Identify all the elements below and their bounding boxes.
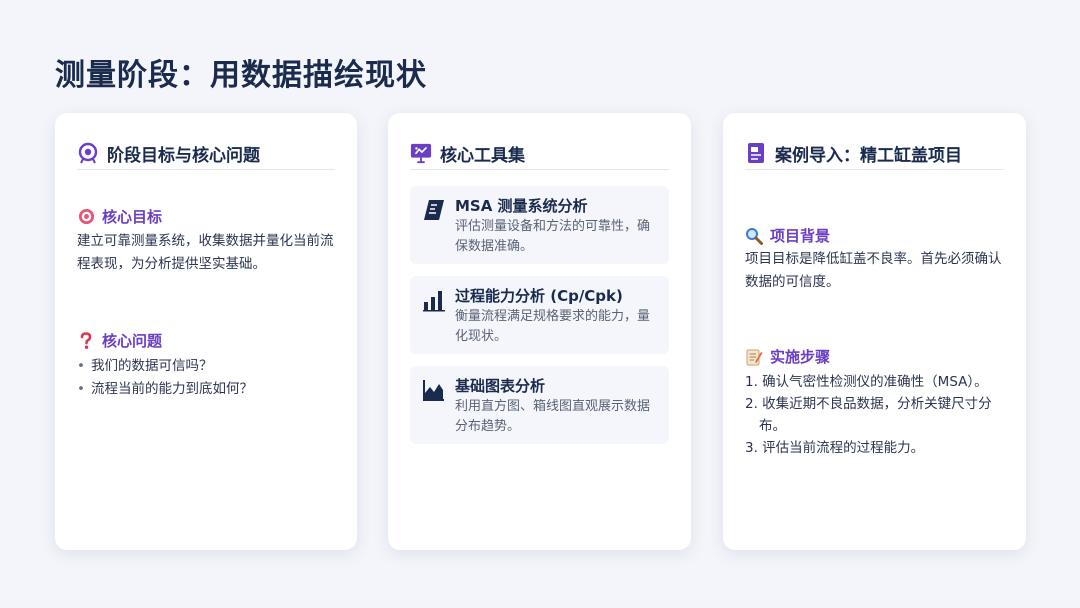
goals-card-title: 阶段目标与核心问题 — [107, 145, 260, 166]
ruler-icon — [422, 198, 446, 222]
tool-desc: 利用直方图、箱线图直观展示数据分布趋势。 — [455, 399, 651, 434]
target-icon — [77, 142, 99, 164]
core-questions-section: 核心问题 我们的数据可信吗？ 流程当前的能力到底如何？ — [77, 330, 335, 401]
case-card-title: 案例导入：精工缸盖项目 — [775, 145, 962, 166]
magnifier-icon — [745, 227, 763, 245]
document-icon — [745, 142, 767, 164]
page-title: 测量阶段：用数据描绘现状 — [55, 58, 427, 93]
tool-desc: 衡量流程满足规格要求的能力，量化现状。 — [455, 309, 651, 344]
project-background-section: 项目背景 项目目标是降低缸盖不良率。首先必须确认数据的可信度。 — [745, 225, 1004, 294]
bar-chart-icon — [422, 288, 446, 312]
memo-icon — [745, 348, 763, 366]
question-item: 我们的数据可信吗？ — [77, 355, 335, 378]
goals-card-header: 阶段目标与核心问题 — [77, 137, 335, 170]
tools-card-header: 核心工具集 — [410, 137, 669, 170]
area-chart-icon — [422, 378, 446, 402]
tool-desc: 评估测量设备和方法的可靠性，确保数据准确。 — [455, 219, 651, 254]
tool-item-msa: MSA 测量系统分析 评估测量设备和方法的可靠性，确保数据准确。 — [410, 186, 669, 264]
core-questions-title: 核心问题 — [102, 332, 163, 350]
question-mark-icon — [77, 331, 95, 350]
presentation-icon — [410, 142, 432, 164]
case-card: 案例导入：精工缸盖项目 项目背景 项目目标是降低缸盖不良率。首先必须确认数据的可… — [723, 113, 1026, 550]
project-background-text: 项目目标是降低缸盖不良率。首先必须确认数据的可信度。 — [745, 251, 1002, 290]
step-item: 2. 收集近期不良品数据，分析关键尺寸分布。 — [745, 396, 992, 434]
core-goal-title: 核心目标 — [102, 208, 163, 226]
tool-item-charts: 基础图表分析 利用直方图、箱线图直观展示数据分布趋势。 — [410, 366, 669, 444]
tool-name: 过程能力分析 (Cp/Cpk) — [455, 287, 623, 305]
project-background-title: 项目背景 — [770, 227, 831, 245]
tool-item-capability: 过程能力分析 (Cp/Cpk) 衡量流程满足规格要求的能力，量化现状。 — [410, 276, 669, 354]
question-item: 流程当前的能力到底如何？ — [77, 378, 335, 401]
goals-card: 阶段目标与核心问题 核心目标 建立可靠测量系统，收集数据并量化当前流程表现，为分… — [55, 113, 357, 550]
tools-card-title: 核心工具集 — [440, 145, 525, 166]
tools-card: 核心工具集 MSA 测量系统分析 评估测量设备和方法的可靠性，确保数据准确。 过… — [388, 113, 691, 550]
tool-name: 基础图表分析 — [455, 377, 546, 395]
core-goal-text: 建立可靠测量系统，收集数据并量化当前流程表现，为分析提供坚实基础。 — [77, 233, 334, 272]
case-card-header: 案例导入：精工缸盖项目 — [745, 137, 1004, 170]
step-item: 3. 评估当前流程的过程能力。 — [745, 440, 925, 456]
bullseye-icon — [77, 208, 95, 226]
steps-title: 实施步骤 — [770, 348, 831, 366]
tool-name: MSA 测量系统分析 — [455, 197, 588, 215]
step-item: 1. 确认气密性检测仪的准确性（MSA）。 — [745, 374, 988, 390]
steps-section: 实施步骤 1. 确认气密性检测仪的准确性（MSA）。 2. 收集近期不良品数据，… — [745, 346, 1004, 459]
core-goal-section: 核心目标 建立可靠测量系统，收集数据并量化当前流程表现，为分析提供坚实基础。 — [77, 206, 335, 276]
